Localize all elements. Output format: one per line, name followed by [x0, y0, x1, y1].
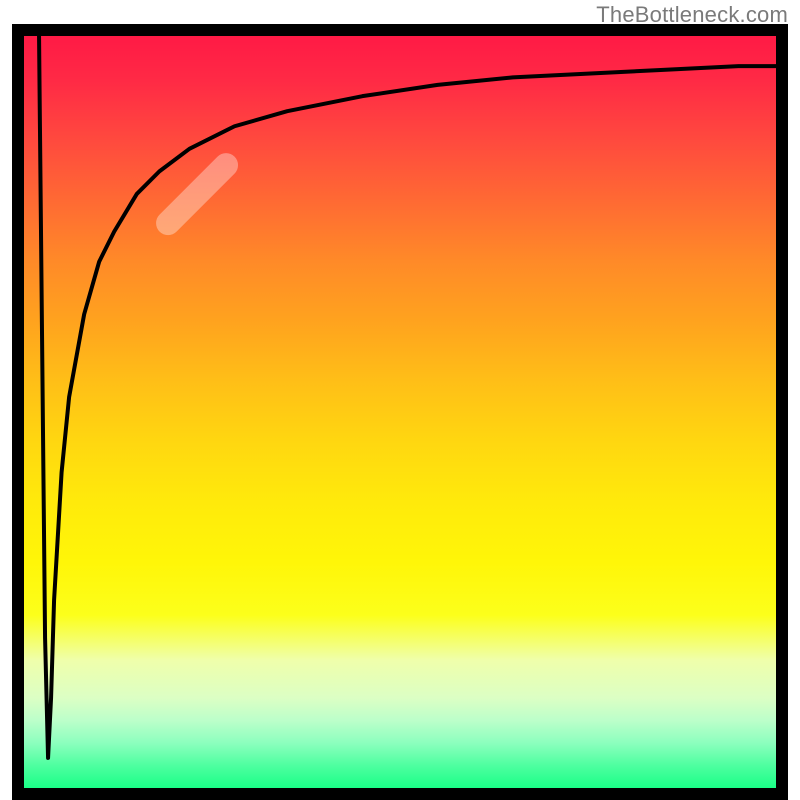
attribution-text: TheBottleneck.com	[596, 2, 788, 28]
bottleneck-curve	[39, 36, 776, 758]
chart-frame	[12, 24, 788, 800]
curve-svg	[24, 36, 776, 788]
